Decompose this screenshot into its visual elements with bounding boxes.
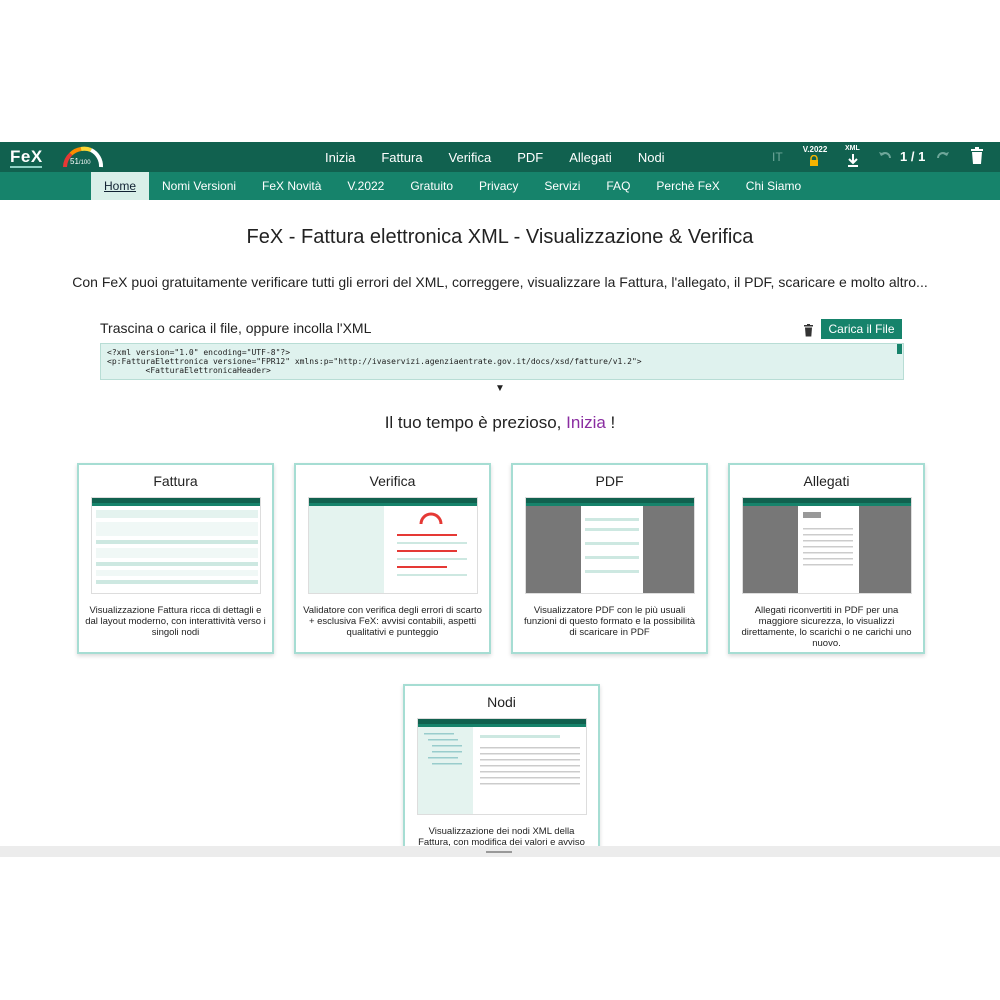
secondary-nav: Home Nomi Versioni FeX Novità V.2022 Gra… — [0, 172, 1000, 200]
page-title: FeX - Fattura elettronica XML - Visualiz… — [246, 226, 754, 248]
top-nav-allegati[interactable]: Allegati — [556, 150, 625, 165]
subnav-privacy[interactable]: Privacy — [466, 172, 531, 200]
card-fattura[interactable]: Fattura Visualizzazione Fattura ricca di… — [77, 463, 274, 654]
subnav-servizi[interactable]: Servizi — [531, 172, 593, 200]
pdf-preview-image — [525, 497, 695, 594]
fattura-preview-image — [91, 497, 261, 594]
xml-download-label[interactable]: XML — [845, 145, 860, 152]
nodi-preview-image — [417, 718, 587, 815]
subnav-home[interactable]: Home — [91, 172, 150, 200]
card-pdf[interactable]: PDF Visualizzatore PDF con le più usuali… — [511, 463, 708, 654]
drag-handle[interactable] — [486, 851, 512, 853]
card-title: Verifica — [369, 473, 416, 489]
version-label[interactable]: V.2022 — [801, 145, 829, 154]
redo-icon[interactable] — [935, 148, 951, 164]
card-nodi[interactable]: Nodi Visualizzazione dei nodi XML della … — [403, 684, 600, 857]
drop-label: Trascina o carica il file, oppure incoll… — [100, 320, 372, 336]
card-description: Visualizzazione dei nodi XML della Fattu… — [418, 826, 585, 848]
card-title: Allegati — [803, 473, 850, 489]
logo-underline — [10, 166, 42, 168]
card-description: Visualizzazione Fattura ricca di dettagl… — [85, 605, 266, 638]
fex-logo[interactable]: FeX — [10, 147, 43, 167]
allegati-preview-image — [742, 497, 912, 594]
trash-icon[interactable] — [969, 147, 985, 165]
card-title: Fattura — [153, 473, 198, 489]
page-subtitle: Con FeX puoi gratuitamente verificare tu… — [72, 274, 928, 290]
subnav-faq[interactable]: FAQ — [593, 172, 643, 200]
score-value: 51/100 — [70, 157, 91, 166]
card-description: Validatore con verifica degli errori di … — [303, 605, 482, 638]
top-nav-inizia[interactable]: Inizia — [312, 150, 368, 165]
card-allegati[interactable]: Allegati Allegati riconvertiti in PDF pe… — [728, 463, 925, 654]
upload-file-button[interactable]: Carica il File — [821, 319, 902, 339]
expand-arrow-icon[interactable]: ▼ — [495, 383, 505, 394]
clear-xml-icon[interactable] — [803, 324, 814, 337]
subnav-chi-siamo[interactable]: Chi Siamo — [733, 172, 814, 200]
undo-icon[interactable] — [877, 148, 893, 164]
tagline: Il tuo tempo è prezioso, Inizia ! — [0, 413, 1000, 433]
subnav-fex-novita[interactable]: FeX Novità — [249, 172, 334, 200]
subnav-nomi-versioni[interactable]: Nomi Versioni — [149, 172, 249, 200]
tagline-suffix: ! — [605, 413, 616, 432]
subnav-perche-fex[interactable]: Perchè FeX — [643, 172, 732, 200]
xml-input[interactable]: <?xml version="1.0" encoding="UTF-8"?> <… — [100, 343, 904, 380]
tagline-inizia-link[interactable]: Inizia — [566, 413, 606, 432]
download-icon[interactable] — [846, 153, 860, 169]
top-nav: Inizia Fattura Verifica PDF Allegati Nod… — [312, 142, 678, 172]
subnav-v2022[interactable]: V.2022 — [334, 172, 397, 200]
page-counter: 1 / 1 — [900, 149, 926, 164]
verifica-preview-image — [308, 497, 478, 594]
top-bar: FeX 51/100 Inizia Fattura Verifica PDF A… — [0, 142, 1000, 172]
top-nav-verifica[interactable]: Verifica — [436, 150, 505, 165]
top-nav-pdf[interactable]: PDF — [504, 150, 556, 165]
app-frame: FeX 51/100 Inizia Fattura Verifica PDF A… — [0, 142, 1000, 857]
top-nav-fattura[interactable]: Fattura — [368, 150, 435, 165]
top-nav-nodi[interactable]: Nodi — [625, 150, 678, 165]
card-description: Visualizzatore PDF con le più usuali fun… — [523, 605, 696, 638]
xml-scrollbar[interactable] — [897, 344, 902, 354]
tagline-prefix: Il tuo tempo è prezioso, — [384, 413, 567, 432]
card-verifica[interactable]: Verifica Validatore con verifica degli e… — [294, 463, 491, 654]
subnav-gratuito[interactable]: Gratuito — [397, 172, 466, 200]
lock-icon[interactable] — [808, 155, 820, 167]
card-title: PDF — [595, 473, 624, 489]
card-title: Nodi — [487, 694, 516, 710]
card-description: Allegati riconvertiti in PDF per una mag… — [741, 605, 912, 649]
language-selector[interactable]: IT — [772, 150, 783, 164]
